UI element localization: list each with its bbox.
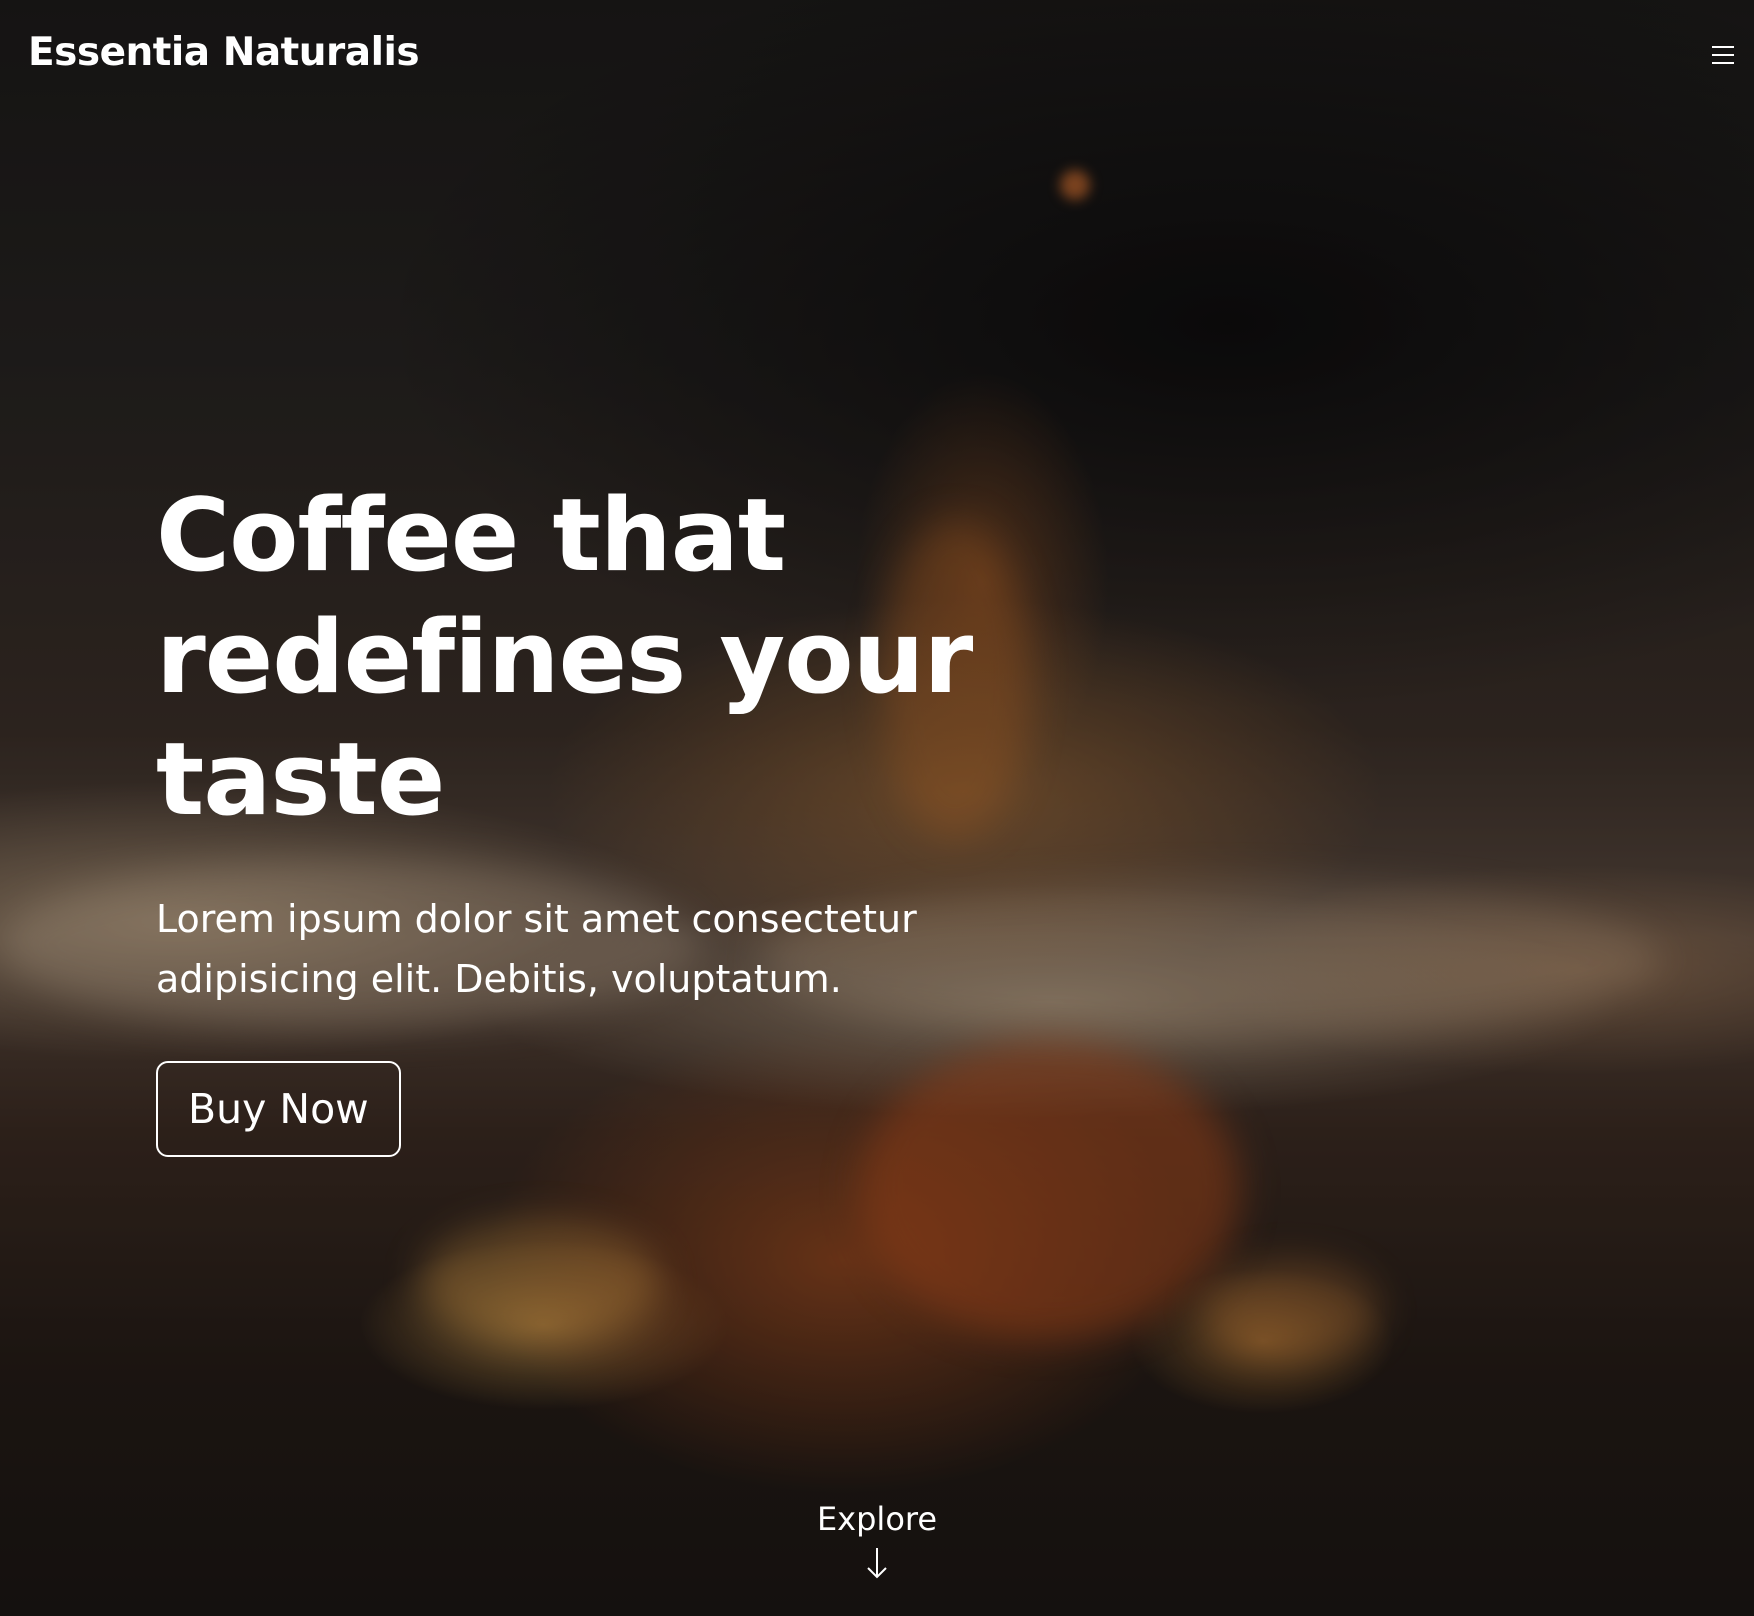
menu-button[interactable]: [1700, 35, 1744, 75]
hero-section: Essentia Naturalis Coffee that redefines…: [0, 0, 1754, 1616]
arrow-down-icon: [867, 1548, 887, 1579]
hero-headline: Coffee that redefines your taste: [156, 476, 973, 838]
hero-content: Coffee that redefines your taste Lorem i…: [156, 474, 1056, 1157]
explore-link[interactable]: Explore: [0, 1500, 1754, 1580]
buy-now-button[interactable]: Buy Now: [156, 1061, 401, 1157]
hamburger-menu-icon: [1712, 46, 1734, 48]
hero-subtext: Lorem ipsum dolor sit amet consectetur a…: [156, 897, 917, 1001]
site-header: Essentia Naturalis: [0, 0, 1754, 110]
explore-label: Explore: [816, 1500, 938, 1538]
brand-logo[interactable]: Essentia Naturalis: [28, 30, 420, 75]
